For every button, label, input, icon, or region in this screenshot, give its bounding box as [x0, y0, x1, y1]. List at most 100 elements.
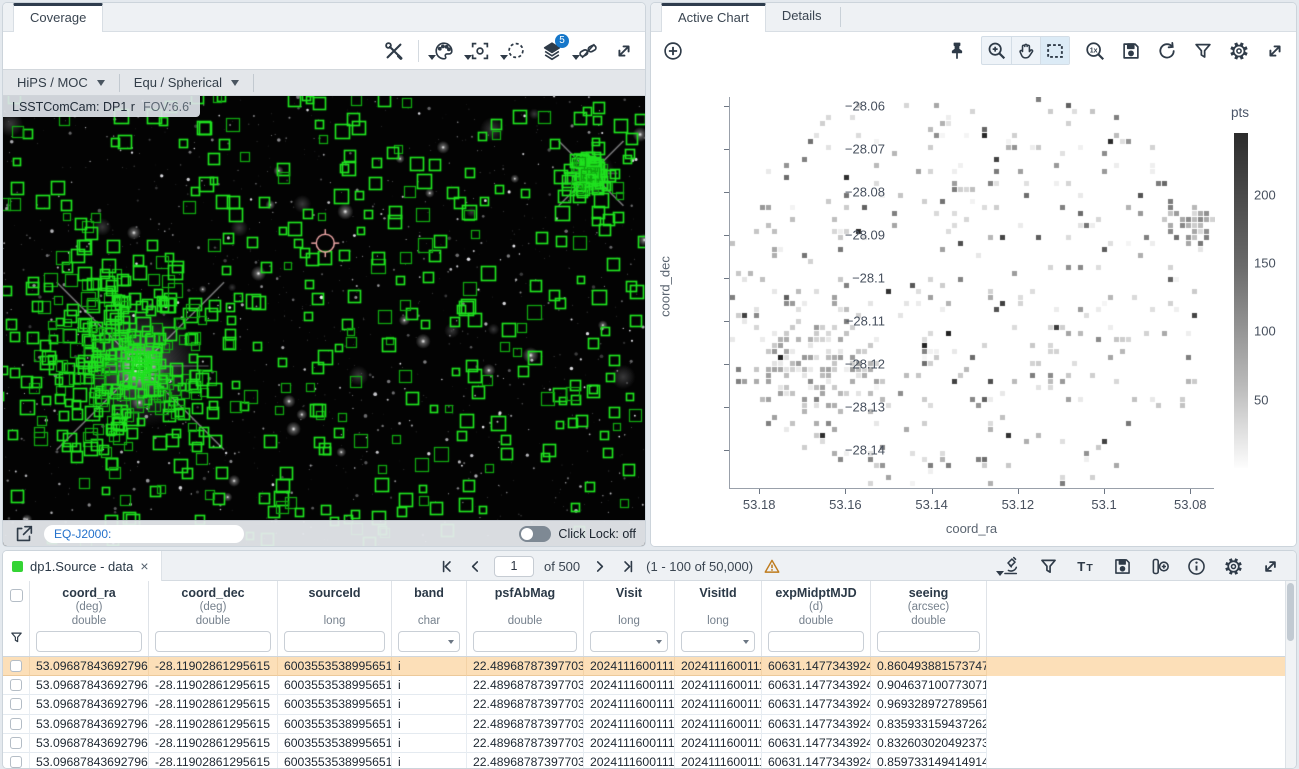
column-header-psfAbMag[interactable]: psfAbMagdouble: [467, 581, 584, 656]
column-filter-select[interactable]: [681, 631, 755, 652]
pan-hand-tool-icon[interactable]: [1011, 37, 1040, 64]
tools-icon[interactable]: [382, 39, 405, 62]
cell-seeing[interactable]: 0.8326030204923739: [871, 734, 987, 753]
first-page-button[interactable]: [438, 557, 456, 575]
cell-seeing[interactable]: 0.8359331594372623: [871, 715, 987, 734]
column-header-coord_dec[interactable]: coord_dec(deg)double: [149, 581, 278, 656]
cell-Visit[interactable]: 2024111600111: [584, 657, 675, 676]
cell-VisitId[interactable]: 2024111600111: [675, 734, 762, 753]
cell-coord_ra[interactable]: 53.09687843692796: [30, 657, 149, 676]
column-filter-input[interactable]: [877, 631, 980, 652]
column-header-expMidptMJD[interactable]: expMidptMJD(d)double: [762, 581, 871, 656]
column-filter-select[interactable]: [398, 631, 460, 652]
rect-select-tool-icon[interactable]: [1040, 37, 1069, 64]
cell-VisitId[interactable]: 2024111600111: [675, 676, 762, 695]
hips-moc-menu[interactable]: HiPS / MOC: [3, 70, 119, 95]
coord-system-menu[interactable]: Equ / Spherical: [120, 70, 253, 95]
cell-seeing[interactable]: 0.8597331494149143: [871, 753, 987, 768]
recenter-image-icon[interactable]: [468, 39, 491, 62]
cell-sourceId[interactable]: 600355353899565160: [278, 753, 392, 768]
last-page-button[interactable]: [618, 557, 636, 575]
cell-psfAbMag[interactable]: 22.489687873977033: [467, 753, 584, 768]
tab-active-chart[interactable]: Active Chart: [661, 3, 766, 32]
table-row[interactable]: 53.09687843692796-28.1190286129561560035…: [3, 695, 1285, 714]
cell-band[interactable]: i: [392, 676, 467, 695]
zoom-in-tool-icon[interactable]: [982, 37, 1011, 64]
cell-sourceId[interactable]: 600355353899565160: [278, 676, 392, 695]
cell-expMidptMJD[interactable]: 60631.14773439246: [762, 676, 871, 695]
column-filter-input[interactable]: [473, 631, 577, 652]
tap-settings-icon[interactable]: [1000, 555, 1023, 578]
column-header-sourceId[interactable]: sourceIdlong: [278, 581, 392, 656]
column-header-band[interactable]: bandchar: [392, 581, 467, 656]
cell-band[interactable]: i: [392, 734, 467, 753]
page-number-input[interactable]: [494, 556, 534, 577]
restore-chart-icon[interactable]: [1155, 39, 1178, 62]
row-checkbox[interactable]: [10, 756, 22, 768]
row-checkbox[interactable]: [10, 737, 22, 749]
cell-Visit[interactable]: 2024111600111: [584, 753, 675, 768]
filter-chart-icon[interactable]: [1191, 39, 1214, 62]
text-view-icon[interactable]: TT: [1074, 555, 1097, 578]
cell-seeing[interactable]: 0.9693289727895618: [871, 695, 987, 714]
cell-coord_dec[interactable]: -28.11902861295615: [149, 715, 278, 734]
scrollbar-thumb[interactable]: [1287, 583, 1294, 641]
add-chart-icon[interactable]: [661, 39, 684, 62]
cell-psfAbMag[interactable]: 22.489687873977033: [467, 657, 584, 676]
cell-coord_ra[interactable]: 53.09687843692796: [30, 695, 149, 714]
add-column-icon[interactable]: [1148, 555, 1171, 578]
cell-coord_dec[interactable]: -28.11902861295615: [149, 657, 278, 676]
table-row[interactable]: 53.09687843692796-28.1190286129561560035…: [3, 753, 1285, 768]
expand-table-icon[interactable]: [1259, 555, 1282, 578]
external-link-icon[interactable]: [12, 522, 35, 545]
table-row[interactable]: 53.09687843692796-28.1190286129561560035…: [3, 715, 1285, 734]
column-header-seeing[interactable]: seeing(arcsec)double: [871, 581, 987, 656]
zoom-reset-icon[interactable]: 1x: [1083, 39, 1106, 62]
table-close-icon[interactable]: ×: [140, 558, 148, 574]
heatmap-plot-area[interactable]: [729, 97, 1214, 489]
sky-view[interactable]: LSSTComCam: DP1 r FOV:6.6' EQ-J2000: Cli…: [3, 96, 645, 546]
table-info-icon[interactable]: [1185, 555, 1208, 578]
sky-image-canvas[interactable]: [3, 96, 645, 546]
cell-coord_dec[interactable]: -28.11902861295615: [149, 753, 278, 768]
cell-coord_dec[interactable]: -28.11902861295615: [149, 676, 278, 695]
cell-coord_ra[interactable]: 53.09687843692796: [30, 715, 149, 734]
cell-psfAbMag[interactable]: 22.489687873977033: [467, 734, 584, 753]
cell-sourceId[interactable]: 600355353899565160: [278, 695, 392, 714]
expand-chart-icon[interactable]: [1263, 39, 1286, 62]
column-header-VisitId[interactable]: VisitIdlong: [675, 581, 762, 656]
column-header-Visit[interactable]: Visitlong: [584, 581, 675, 656]
filter-row-icon[interactable]: [9, 630, 24, 650]
table-row[interactable]: 53.09687843692796-28.1190286129561560035…: [3, 657, 1285, 676]
cell-Visit[interactable]: 2024111600111: [584, 676, 675, 695]
column-filter-input[interactable]: [284, 631, 385, 652]
cell-Visit[interactable]: 2024111600111: [584, 715, 675, 734]
table-row[interactable]: 53.09687843692796-28.1190286129561560035…: [3, 676, 1285, 695]
cell-seeing[interactable]: 0.9046371007730715: [871, 676, 987, 695]
cell-Visit[interactable]: 2024111600111: [584, 695, 675, 714]
warning-icon[interactable]: [763, 557, 781, 575]
next-page-button[interactable]: [590, 557, 608, 575]
cell-sourceId[interactable]: 600355353899565160: [278, 657, 392, 676]
cell-psfAbMag[interactable]: 22.489687873977033: [467, 715, 584, 734]
cell-expMidptMJD[interactable]: 60631.14773439246: [762, 695, 871, 714]
table-scrollbar[interactable]: [1285, 581, 1296, 768]
cell-VisitId[interactable]: 2024111600111: [675, 753, 762, 768]
expand-image-icon[interactable]: [612, 39, 635, 62]
click-lock-toggle[interactable]: [519, 526, 551, 542]
column-filter-input[interactable]: [36, 631, 142, 652]
cell-coord_dec[interactable]: -28.11902861295615: [149, 734, 278, 753]
column-header-coord_ra[interactable]: coord_ra(deg)double: [30, 581, 149, 656]
chart-settings-icon[interactable]: [1227, 39, 1250, 62]
cell-VisitId[interactable]: 2024111600111: [675, 715, 762, 734]
cell-sourceId[interactable]: 600355353899565160: [278, 734, 392, 753]
cell-VisitId[interactable]: 2024111600111: [675, 695, 762, 714]
pin-chart-icon[interactable]: [945, 39, 968, 62]
cell-coord_dec[interactable]: -28.11902861295615: [149, 695, 278, 714]
heatmap-canvas[interactable]: [730, 97, 1215, 489]
table-settings-icon[interactable]: [1222, 555, 1245, 578]
cell-Visit[interactable]: 2024111600111: [584, 734, 675, 753]
cell-band[interactable]: i: [392, 753, 467, 768]
cell-psfAbMag[interactable]: 22.489687873977033: [467, 695, 584, 714]
cell-band[interactable]: i: [392, 657, 467, 676]
